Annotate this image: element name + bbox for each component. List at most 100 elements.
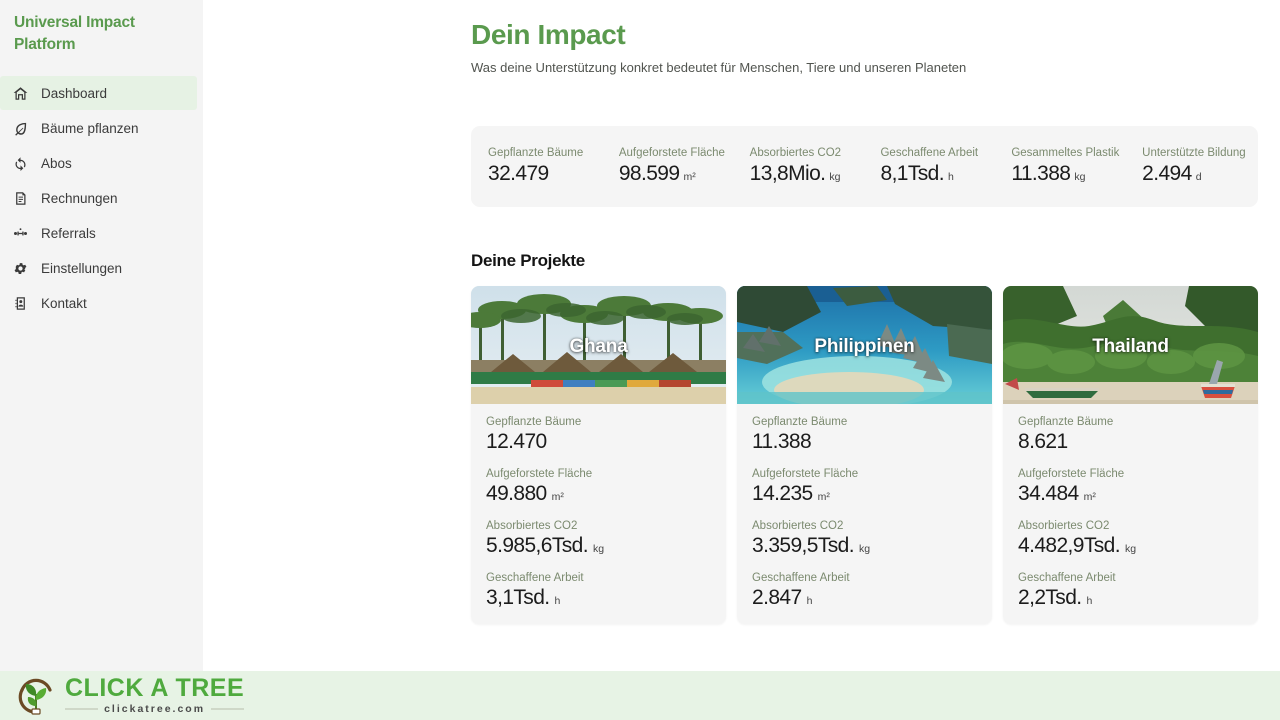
project-metric-unit: h [554,595,561,607]
project-metric-unit: m² [551,491,564,503]
project-card-list: Ghana Gepflanzte Bäume 12.470 Aufgeforstete… [471,286,1260,624]
stat-label: Unterstützte Bildung [1142,147,1246,159]
sidebar-item-referrals[interactable]: Referrals [0,216,203,250]
sidebar-item-b-ume-pflanzen[interactable]: Bäume pflanzen [0,111,203,145]
sidebar-item-label: Referrals [41,225,96,241]
project-metric-value: 11.388 [752,430,812,453]
clickatree-logo[interactable]: CLICK A TREE clickatree.com [0,674,245,716]
project-metric-value: 49.880 [486,482,547,505]
project-metric-value-row: 49.880 m² [486,482,711,506]
project-metric: Aufgeforstete Fläche 34.484 m² [1018,468,1243,506]
project-card[interactable]: Philippinen Gepflanzte Bäume 11.388 Aufgefo… [737,286,992,624]
project-metric: Gepflanzte Bäume 8.621 [1018,416,1243,454]
project-metric-label: Gepflanzte Bäume [486,416,582,428]
invoice-icon [10,188,30,208]
app-root: Universal Impact Platform Dashboard Bäume… [0,0,1280,720]
stat-label: Aufgeforstete Fläche [618,147,725,159]
referral-icon [10,223,30,243]
sidebar-nav: Dashboard Bäume pflanzen Abos Rechnungen Ref… [0,76,203,320]
main-content: Dein Impact Was deine Unterstützung konk… [203,0,1280,671]
project-metric-value-row: 8.621 [1018,430,1243,454]
stat-unit: h [948,171,954,183]
project-metric-value-row: 14.235 m² [752,482,977,506]
project-card[interactable]: Ghana Gepflanzte Bäume 12.470 Aufgeforstete… [471,286,726,624]
project-metric-value-row: 2,2Tsd. h [1018,586,1243,610]
logo-text-group: CLICK A TREE clickatree.com [65,674,245,715]
project-metric-value: 3.359,5Tsd. [752,534,855,557]
project-metric: Gepflanzte Bäume 12.470 [486,416,711,454]
stat-tile: Aufgeforstete Fläche 98.599 m² [604,147,735,186]
sidebar-item-einstellungen[interactable]: Einstellungen [0,251,203,285]
stat-tile: Absorbiertes CO2 13,8Mio. kg [735,147,866,186]
project-metric-label: Absorbiertes CO2 [1018,520,1110,532]
gear-icon [10,258,30,278]
stat-value: 11.388 [1011,162,1071,185]
project-country-label: Ghana [569,336,628,357]
project-metrics: Gepflanzte Bäume 8.621 Aufgeforstete Fläch… [1003,404,1258,610]
project-metric-label: Gepflanzte Bäume [752,416,848,428]
stat-unit: kg [829,171,841,183]
project-metric: Absorbiertes CO2 4.482,9Tsd. kg [1018,520,1243,558]
stat-label: Gesammeltes Plastik [1011,147,1120,159]
app-brand-title: Universal Impact Platform [14,14,135,53]
sidebar-item-kontakt[interactable]: Kontakt [0,286,203,320]
stat-tile: Unterstützte Bildung 2.494 d [1127,147,1258,186]
project-metric-value-row: 11.388 [752,430,977,454]
project-image-cliffs-longtail-boats: Thailand [1003,286,1258,404]
project-metric-unit: kg [858,543,871,555]
sidebar-item-rechnungen[interactable]: Rechnungen [0,181,203,215]
page-title: Dein Impact [471,19,626,50]
project-card[interactable]: Thailand Gepflanzte Bäume 8.621 Aufgeforste… [1003,286,1258,624]
impact-stats-bar: Gepflanzte Bäume 32.479 Aufgeforstete Fläc… [471,126,1258,207]
project-metric-value: 2.847 [752,586,802,609]
project-metric-value-row: 3.359,5Tsd. kg [752,534,977,558]
stat-label: Gepflanzte Bäume [488,147,584,159]
project-metric-label: Aufgeforstete Fläche [752,468,859,480]
stat-value-row: 11.388 kg [1011,162,1127,186]
project-metric-label: Geschaffene Arbeit [752,572,850,584]
sidebar-item-label: Bäume pflanzen [41,120,139,136]
stat-label: Geschaffene Arbeit [880,147,979,159]
project-metric-unit: m² [817,491,830,503]
project-metric-value-row: 34.484 m² [1018,482,1243,506]
stat-value: 32.479 [488,162,549,185]
project-metric-value-row: 12.470 [486,430,711,454]
project-metric-unit: h [1086,595,1093,607]
project-metric-label: Aufgeforstete Fläche [486,468,593,480]
project-metric-label: Absorbiertes CO2 [752,520,844,532]
project-country-label: Philippinen [814,336,915,357]
sidebar-item-abos[interactable]: Abos [0,146,203,180]
project-metric-value: 34.484 [1018,482,1079,505]
project-metric-value-row: 4.482,9Tsd. kg [1018,534,1243,558]
leaf-icon [10,118,30,138]
project-metric-unit: kg [1124,543,1137,555]
sidebar-item-label: Abos [41,155,72,171]
project-image-lagoon-karst: Philippinen [737,286,992,404]
logo-domain-row: clickatree.com [65,703,245,715]
stat-tile: Gesammeltes Plastik 11.388 kg [996,147,1127,186]
contact-icon [10,293,30,313]
project-metric-label: Geschaffene Arbeit [1018,572,1116,584]
logo-wordmark: CLICK A TREE [65,674,245,702]
project-metric: Geschaffene Arbeit 2,2Tsd. h [1018,572,1243,610]
stat-tile: Gepflanzte Bäume 32.479 [471,147,604,186]
project-metric: Aufgeforstete Fläche 49.880 m² [486,468,711,506]
sidebar: Universal Impact Platform Dashboard Bäume… [0,0,203,671]
project-metric: Absorbiertes CO2 5.985,6Tsd. kg [486,520,711,558]
project-metric-label: Gepflanzte Bäume [1018,416,1114,428]
project-metric-value: 2,2Tsd. [1018,586,1082,609]
stat-unit: m² [683,171,696,183]
sidebar-item-dashboard[interactable]: Dashboard [0,76,197,110]
logo-rule-left [65,708,99,710]
project-metric-label: Absorbiertes CO2 [486,520,578,532]
home-icon [10,83,30,103]
project-metric-value: 8.621 [1018,430,1068,453]
stat-tile: Geschaffene Arbeit 8,1Tsd. h [865,147,996,186]
project-metric-unit: kg [592,543,605,555]
project-metric-value-row: 3,1Tsd. h [486,586,711,610]
project-image-beach-palms-huts: Ghana [471,286,726,404]
stat-value-row: 98.599 m² [619,162,735,186]
stat-value: 98.599 [618,162,680,185]
sidebar-item-label: Einstellungen [41,260,123,276]
project-metric: Absorbiertes CO2 3.359,5Tsd. kg [752,520,977,558]
